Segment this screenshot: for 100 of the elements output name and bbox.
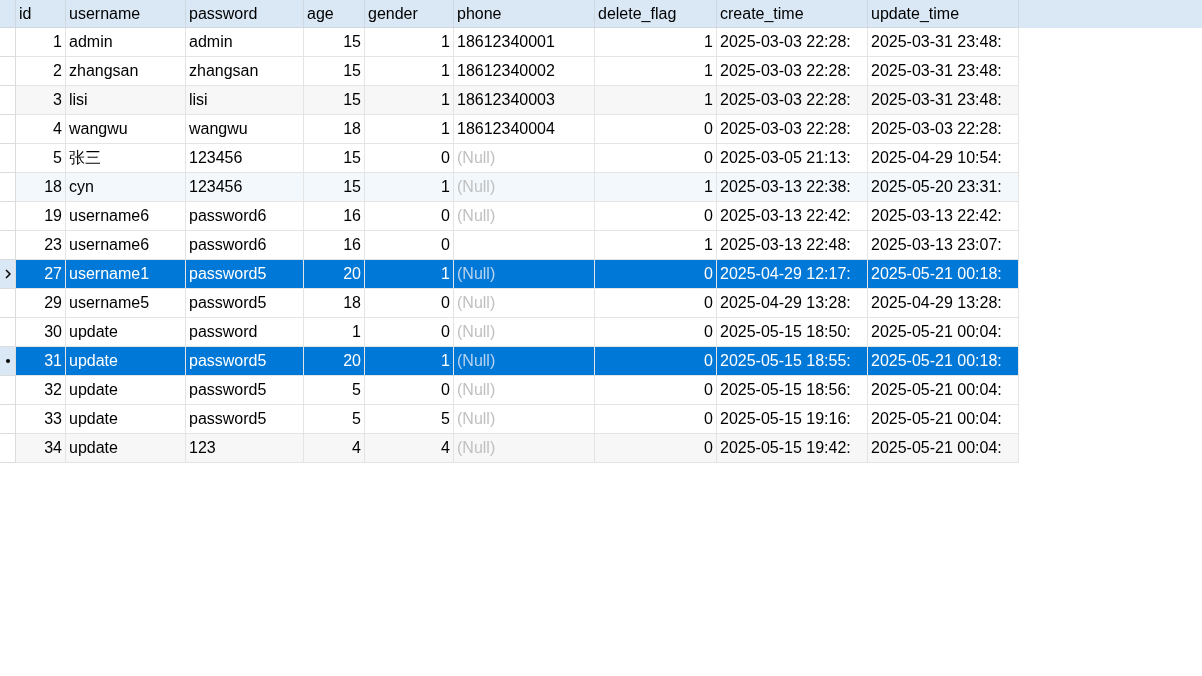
table-cell[interactable]: 0	[365, 231, 454, 260]
table-cell[interactable]: 34	[16, 434, 66, 463]
table-cell[interactable]: 2025-05-15 18:55:	[717, 347, 868, 376]
table-cell[interactable]: 19	[16, 202, 66, 231]
table-cell[interactable]: 2025-05-21 00:04:	[868, 376, 1019, 405]
table-cell[interactable]: 3	[16, 86, 66, 115]
table-cell[interactable]: 2025-03-03 22:28:	[717, 28, 868, 57]
table-cell[interactable]: lisi	[186, 86, 304, 115]
table-cell[interactable]: 1	[304, 318, 365, 347]
table-cell[interactable]: 0	[595, 260, 717, 289]
table-cell[interactable]: 15	[304, 57, 365, 86]
table-cell[interactable]: 15	[304, 144, 365, 173]
table-cell[interactable]: 123456	[186, 144, 304, 173]
table-cell[interactable]: 18612340003	[454, 86, 595, 115]
table-cell[interactable]: 15	[304, 86, 365, 115]
table-cell[interactable]: 1	[365, 28, 454, 57]
table-cell[interactable]: 0	[365, 144, 454, 173]
table-cell[interactable]: 0	[595, 202, 717, 231]
table-cell[interactable]: 1	[365, 347, 454, 376]
table-cell[interactable]: 0	[595, 434, 717, 463]
table-cell[interactable]: 1	[365, 86, 454, 115]
table-cell[interactable]: 5	[304, 405, 365, 434]
table-cell[interactable]: wangwu	[186, 115, 304, 144]
table-cell[interactable]: lisi	[66, 86, 186, 115]
table-cell[interactable]: 4	[304, 434, 365, 463]
table-cell[interactable]: 23	[16, 231, 66, 260]
table-cell[interactable]: username1	[66, 260, 186, 289]
table-cell[interactable]: 123	[186, 434, 304, 463]
table-cell[interactable]: 1	[595, 86, 717, 115]
table-cell[interactable]: 2025-04-29 13:28:	[717, 289, 868, 318]
table-cell[interactable]: 0	[595, 115, 717, 144]
table-cell[interactable]: password6	[186, 202, 304, 231]
table-cell[interactable]: 1	[595, 173, 717, 202]
table-cell[interactable]: 2025-03-31 23:48:	[868, 86, 1019, 115]
table-cell[interactable]: 2025-04-29 13:28:	[868, 289, 1019, 318]
table-cell[interactable]: 2025-03-13 22:38:	[717, 173, 868, 202]
table-cell[interactable]: 20	[304, 260, 365, 289]
table-cell[interactable]: username5	[66, 289, 186, 318]
table-cell[interactable]: 4	[16, 115, 66, 144]
table-cell[interactable]: 2025-05-21 00:18:	[868, 260, 1019, 289]
table-cell[interactable]: 0	[365, 202, 454, 231]
table-cell[interactable]: 2025-03-05 21:13:	[717, 144, 868, 173]
table-cell[interactable]: password	[186, 318, 304, 347]
table-cell[interactable]: zhangsan	[66, 57, 186, 86]
table-cell[interactable]: 18	[304, 115, 365, 144]
table-cell[interactable]: 2025-05-15 18:50:	[717, 318, 868, 347]
table-cell[interactable]: 1	[595, 231, 717, 260]
table-cell[interactable]: 0	[365, 289, 454, 318]
table-cell[interactable]: password5	[186, 289, 304, 318]
table-cell[interactable]: 2025-05-15 18:56:	[717, 376, 868, 405]
table-cell[interactable]: 0	[595, 347, 717, 376]
table-cell[interactable]: 2	[16, 57, 66, 86]
table-cell[interactable]: 2025-05-21 00:18:	[868, 347, 1019, 376]
table-cell[interactable]: password5	[186, 376, 304, 405]
table-cell[interactable]: 2025-05-21 00:04:	[868, 318, 1019, 347]
table-cell[interactable]: password5	[186, 260, 304, 289]
table-cell[interactable]: zhangsan	[186, 57, 304, 86]
table-cell[interactable]: 2025-05-20 23:31:	[868, 173, 1019, 202]
table-cell[interactable]: password6	[186, 231, 304, 260]
table-cell[interactable]: username6	[66, 202, 186, 231]
table-cell[interactable]: 29	[16, 289, 66, 318]
table-cell[interactable]: 18612340001	[454, 28, 595, 57]
table-cell[interactable]: 16	[304, 202, 365, 231]
table-cell[interactable]: 2025-03-13 22:42:	[717, 202, 868, 231]
table-cell[interactable]: 20	[304, 347, 365, 376]
table-cell[interactable]: update	[66, 376, 186, 405]
table-cell[interactable]: 2025-03-03 22:28:	[717, 86, 868, 115]
table-cell[interactable]: admin	[66, 28, 186, 57]
table-cell[interactable]: 2025-03-31 23:48:	[868, 28, 1019, 57]
table-cell[interactable]: 2025-05-15 19:16:	[717, 405, 868, 434]
table-cell[interactable]: 1	[595, 28, 717, 57]
table-cell[interactable]: 5	[16, 144, 66, 173]
table-cell[interactable]: 31	[16, 347, 66, 376]
table-cell[interactable]: wangwu	[66, 115, 186, 144]
table-cell[interactable]: 5	[304, 376, 365, 405]
table-cell[interactable]: 2025-05-15 19:42:	[717, 434, 868, 463]
row-header[interactable]	[0, 347, 16, 376]
table-cell[interactable]: update	[66, 405, 186, 434]
table-cell[interactable]: password5	[186, 347, 304, 376]
table-cell[interactable]: 18	[16, 173, 66, 202]
table-cell[interactable]: 1	[365, 260, 454, 289]
table-cell[interactable]: 32	[16, 376, 66, 405]
table-cell[interactable]: 2025-03-03 22:28:	[717, 115, 868, 144]
table-cell[interactable]: 15	[304, 173, 365, 202]
table-cell[interactable]: 0	[595, 289, 717, 318]
table-cell[interactable]: 1	[16, 28, 66, 57]
table-cell[interactable]: 0	[595, 376, 717, 405]
table-cell[interactable]: username6	[66, 231, 186, 260]
table-cell[interactable]: 0	[365, 318, 454, 347]
table-cell[interactable]: 4	[365, 434, 454, 463]
table-cell[interactable]: 2025-04-29 10:54:	[868, 144, 1019, 173]
table-cell[interactable]: 1	[365, 115, 454, 144]
table-cell[interactable]: 2025-05-21 00:04:	[868, 405, 1019, 434]
table-cell[interactable]: 18612340002	[454, 57, 595, 86]
table-cell[interactable]: 0	[595, 405, 717, 434]
table-cell[interactable]: update	[66, 434, 186, 463]
table-cell[interactable]: admin	[186, 28, 304, 57]
table-cell[interactable]: 18612340004	[454, 115, 595, 144]
table-cell[interactable]: 2025-05-21 00:04:	[868, 434, 1019, 463]
table-cell[interactable]: 15	[304, 28, 365, 57]
